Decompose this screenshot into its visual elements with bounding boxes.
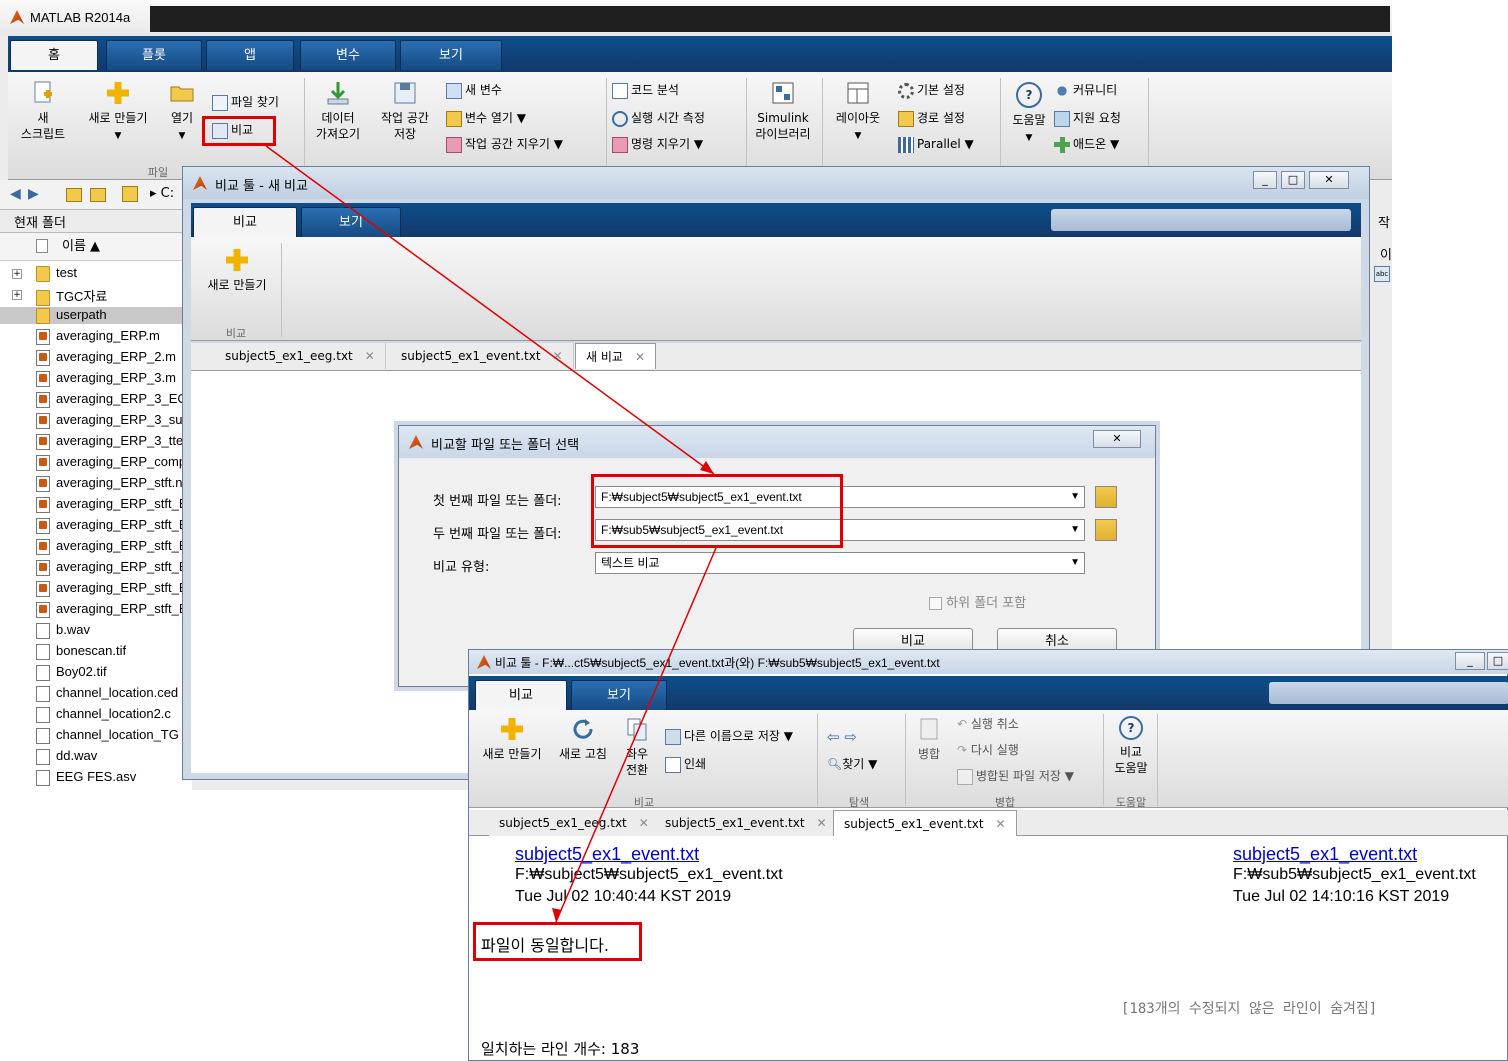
arrow-compare-to-dialog <box>265 145 715 475</box>
annotation-arrows <box>265 145 717 923</box>
arrowhead-icon <box>700 461 714 474</box>
arrowhead-icon <box>552 908 562 922</box>
arrow-dialog-to-result <box>555 547 717 923</box>
